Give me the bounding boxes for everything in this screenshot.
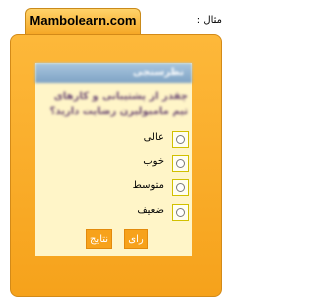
poll-option-label: ضعیف xyxy=(137,205,164,216)
radio-button[interactable] xyxy=(172,179,189,196)
radio-button[interactable] xyxy=(172,131,189,148)
vote-button[interactable]: رای xyxy=(124,229,148,249)
poll-option-label: متوسط xyxy=(132,180,164,191)
poll-option-label: خوب xyxy=(143,156,164,167)
radio-button[interactable] xyxy=(172,155,189,172)
example-label: مثال : xyxy=(196,15,222,26)
radio-button[interactable] xyxy=(172,204,189,221)
poll-option-2[interactable]: خوب xyxy=(35,154,192,174)
radio-circle-icon xyxy=(176,135,185,144)
poll-option-1[interactable]: عالی xyxy=(35,130,192,150)
site-title-tab: Mambolearn.com xyxy=(25,8,141,35)
poll-box: نظرسنجی چقدر از پشتیبانی و کارهای تیم ما… xyxy=(35,63,192,256)
radio-circle-icon xyxy=(176,183,185,192)
poll-header: نظرسنجی xyxy=(35,63,192,83)
poll-option-label: عالی xyxy=(143,132,164,143)
poll-option-4[interactable]: ضعیف xyxy=(35,203,192,223)
results-button[interactable]: نتایج xyxy=(86,229,112,249)
poll-option-3[interactable]: متوسط xyxy=(35,178,192,198)
radio-circle-icon xyxy=(176,159,185,168)
radio-circle-icon xyxy=(176,208,185,217)
poll-question: چقدر از پشتیبانی و کارهای تیم مامبولیرن … xyxy=(49,91,188,117)
